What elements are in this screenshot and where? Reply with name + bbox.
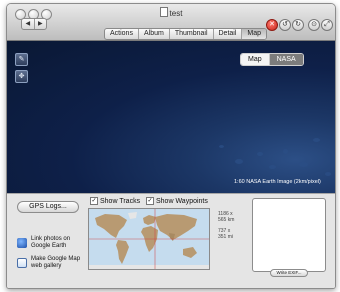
google-map-gallery-label: Make Google Map web gallery xyxy=(31,256,80,270)
gps-panel: GPS Logs... ✓ Show Tracks ✓ Show Waypoin… xyxy=(7,193,335,288)
map-mode-map-button[interactable]: Map xyxy=(241,54,269,65)
zoom-control-button[interactable]: ✥ xyxy=(15,70,28,83)
checkmark-icon[interactable]: ✓ xyxy=(146,197,154,205)
google-map-gallery-item[interactable]: Make Google Map web gallery xyxy=(17,256,80,270)
show-tracks-label: Show Tracks xyxy=(100,197,141,205)
continent-south-america xyxy=(116,240,129,264)
seamount xyxy=(235,159,243,164)
continent-india xyxy=(169,233,175,241)
gps-logs-button[interactable]: GPS Logs... xyxy=(17,201,79,213)
seamount xyxy=(283,149,288,154)
view-tabs: Actions Album Thumbnail Detail Map xyxy=(104,28,268,40)
settings-button[interactable]: ⊙ xyxy=(308,19,320,31)
seamount xyxy=(269,165,276,169)
seamount xyxy=(299,162,308,167)
map-view[interactable]: ✎ ✥ Map NASA 1:60 NASA Earth Image (2km/… xyxy=(7,41,335,193)
window-title: test xyxy=(7,7,335,18)
continent-antarctica xyxy=(89,265,209,269)
document-icon xyxy=(159,7,168,17)
continent-asia xyxy=(155,214,197,240)
map-extent-mi: 737 x 351 mi xyxy=(218,228,233,240)
google-earth-icon[interactable] xyxy=(17,238,27,248)
back-button[interactable]: ◀ xyxy=(22,19,34,29)
photo-preview xyxy=(252,198,326,272)
seamount xyxy=(257,152,263,156)
google-map-gallery-line-1: Make Google Map xyxy=(31,256,81,262)
seamount xyxy=(313,138,320,142)
map-extent-km: 1186 x 565 km xyxy=(218,211,234,223)
show-tracks-checkbox[interactable]: ✓ Show Tracks xyxy=(90,197,140,205)
continent-greenland xyxy=(128,212,137,219)
show-waypoints-checkbox[interactable]: ✓ Show Waypoints xyxy=(146,197,208,205)
world-map-graphic xyxy=(89,209,209,269)
rotate-left-button[interactable]: ↺ xyxy=(279,19,291,31)
write-exif-button[interactable]: Write EXIF... xyxy=(270,269,308,277)
fullscreen-button[interactable]: ⤢ xyxy=(321,19,333,31)
world-overview-map[interactable] xyxy=(88,208,210,270)
forward-button[interactable]: ▶ xyxy=(33,19,47,29)
show-waypoints-label: Show Waypoints xyxy=(156,197,208,205)
checkmark-icon[interactable]: ✓ xyxy=(90,197,98,205)
map-mode-toggle: Map NASA xyxy=(240,53,304,66)
tab-album[interactable]: Album xyxy=(137,29,169,39)
pan-tool-button[interactable]: ✎ xyxy=(15,53,28,66)
continent-australia xyxy=(183,247,197,258)
map-mode-nasa-button[interactable]: NASA xyxy=(268,54,303,65)
map-extent-mi-line-2: 351 mi xyxy=(218,234,234,240)
title-bar: test ◀ ▶ Actions Album Thumbnail Detail … xyxy=(7,4,335,41)
window-title-text: test xyxy=(169,9,183,18)
seamount xyxy=(325,172,331,176)
continent-europe xyxy=(143,215,156,225)
app-window: test ◀ ▶ Actions Album Thumbnail Detail … xyxy=(6,3,336,289)
link-google-earth-item[interactable]: Link photos on Google Earth xyxy=(17,236,70,250)
map-extent-km-line-2: 565 km xyxy=(218,217,235,223)
delete-button[interactable]: ✕ xyxy=(266,19,278,31)
tab-actions[interactable]: Actions xyxy=(105,29,138,39)
tab-thumbnail[interactable]: Thumbnail xyxy=(168,29,213,39)
google-map-gallery-line-2: web gallery xyxy=(31,263,62,269)
continent-north-america xyxy=(95,214,127,238)
tab-detail[interactable]: Detail xyxy=(212,29,242,39)
google-maps-icon[interactable] xyxy=(17,258,27,268)
rotate-right-button[interactable]: ↻ xyxy=(292,19,304,31)
navigation-buttons: ◀ ▶ xyxy=(21,18,47,30)
seamount xyxy=(219,145,224,148)
tab-map[interactable]: Map xyxy=(241,29,267,39)
link-google-earth-line-1: Link photos on xyxy=(31,236,71,242)
link-google-earth-line-2: Google Earth xyxy=(31,243,67,249)
link-google-earth-label: Link photos on Google Earth xyxy=(31,236,70,250)
map-scale-label: 1:60 NASA Earth Image (2km/pixel) xyxy=(234,179,321,185)
